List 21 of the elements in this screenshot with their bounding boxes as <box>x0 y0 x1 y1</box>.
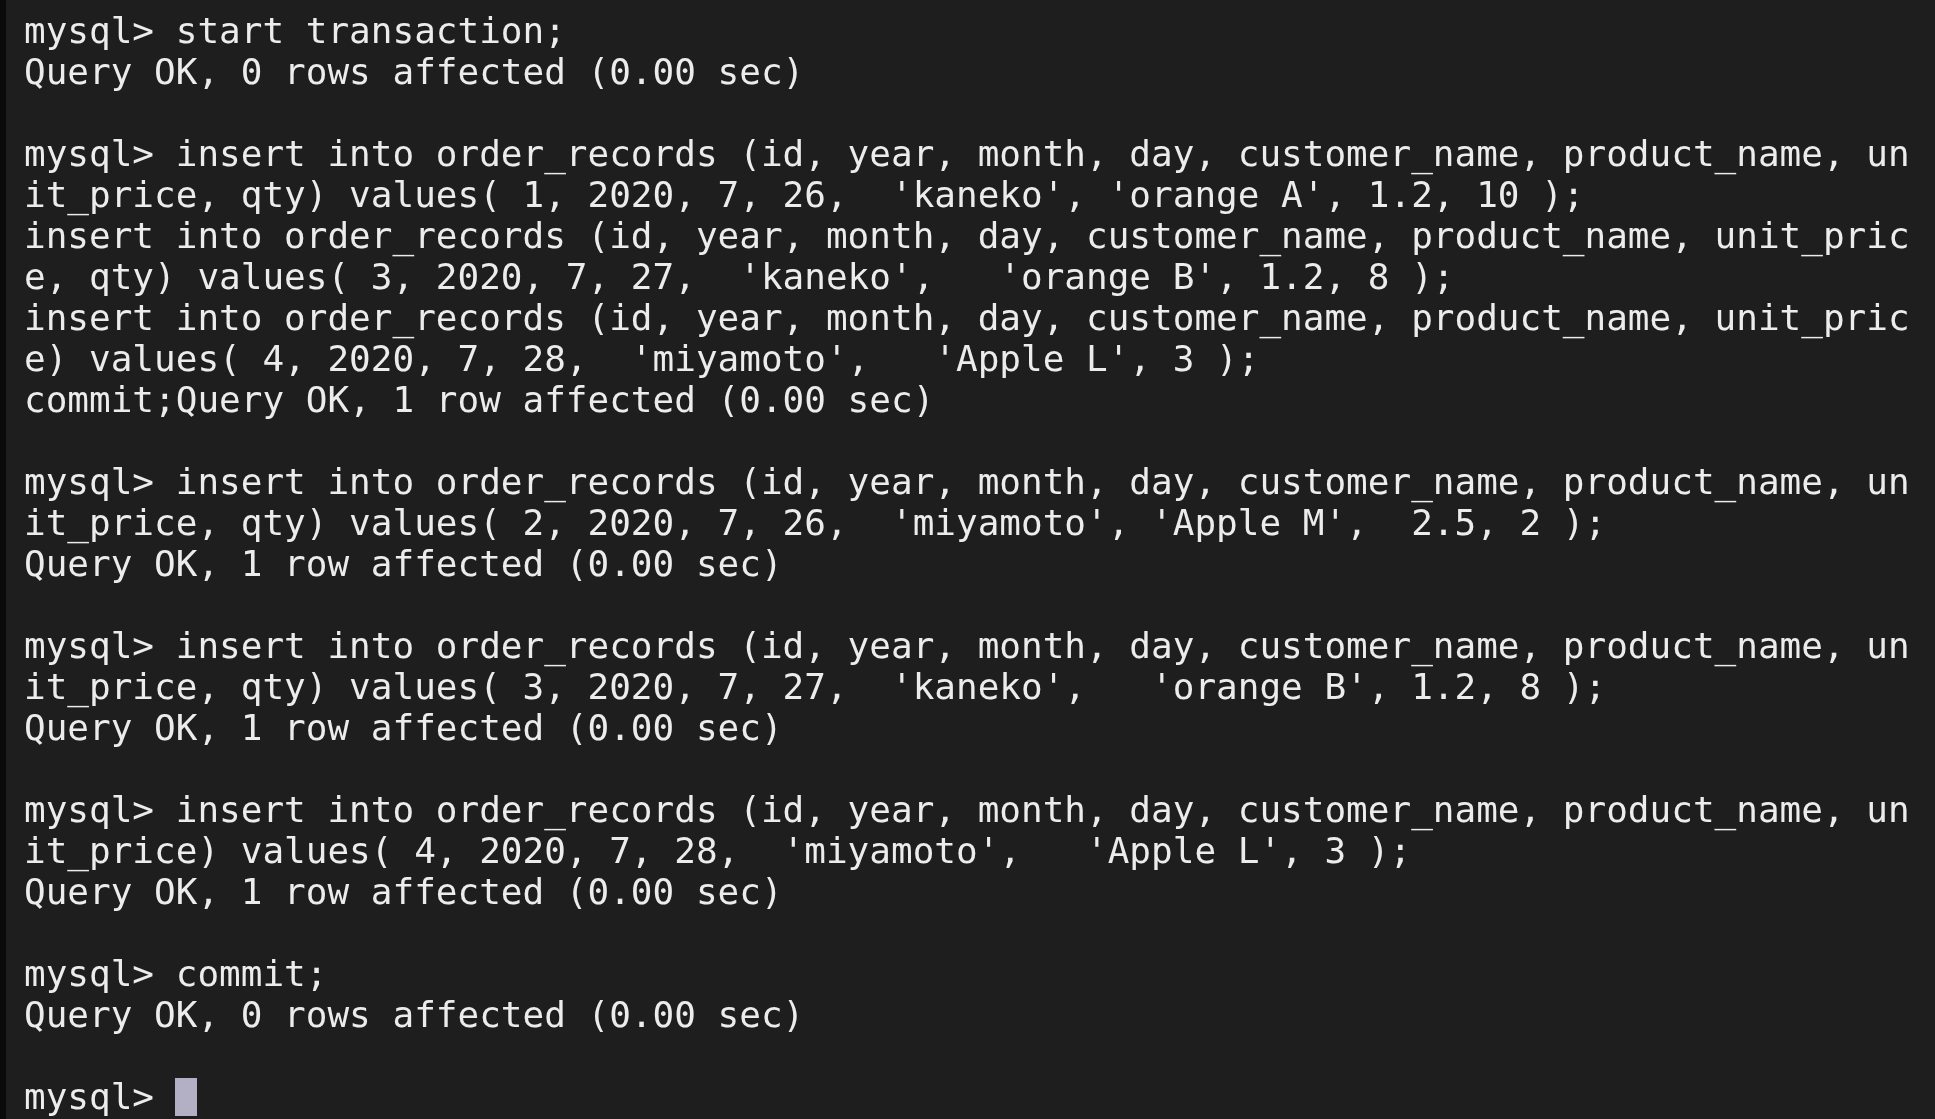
terminal-line: Query OK, 1 row affected (0.00 sec) <box>24 871 783 912</box>
terminal-line: commit;Query OK, 1 row affected (0.00 sec) <box>24 379 935 420</box>
terminal-line: Query OK, 1 row affected (0.00 sec) <box>24 543 783 584</box>
terminal-line: mysql> insert into order_records (id, year, month, day, customer_name, product_name, un <box>24 461 1910 502</box>
terminal-line: mysql> insert into order_records (id, year, month, day, customer_name, product_name, un <box>24 789 1910 830</box>
terminal-line: it_price) values( 4, 2020, 7, 28, 'miyamoto', 'Apple L', 3 ); <box>24 830 1412 871</box>
terminal-line: e, qty) values( 3, 2020, 7, 27, 'kaneko', 'orange B', 1.2, 8 ); <box>24 256 1455 297</box>
terminal-line: Query OK, 0 rows affected (0.00 sec) <box>24 994 805 1035</box>
terminal-line: it_price, qty) values( 1, 2020, 7, 26, 'kaneko', 'orange A', 1.2, 10 ); <box>24 174 1585 215</box>
terminal-line: mysql> commit; <box>24 953 328 994</box>
terminal-line: Query OK, 1 row affected (0.00 sec) <box>24 707 783 748</box>
terminal-line: mysql> insert into order_records (id, year, month, day, customer_name, product_name, un <box>24 133 1910 174</box>
terminal-line: Query OK, 0 rows affected (0.00 sec) <box>24 51 805 92</box>
terminal-line: it_price, qty) values( 2, 2020, 7, 26, 'miyamoto', 'Apple M', 2.5, 2 ); <box>24 502 1607 543</box>
terminal-line: mysql> insert into order_records (id, year, month, day, customer_name, product_name, un <box>24 625 1910 666</box>
terminal-line: mysql> start transaction; <box>24 10 566 51</box>
terminal-line: e) values( 4, 2020, 7, 28, 'miyamoto', 'Apple L', 3 ); <box>24 338 1260 379</box>
terminal-line: insert into order_records (id, year, month, day, customer_name, product_name, unit_pric <box>24 215 1910 256</box>
terminal-line: insert into order_records (id, year, month, day, customer_name, product_name, unit_pric <box>24 297 1910 338</box>
terminal-line: it_price, qty) values( 3, 2020, 7, 27, 'kaneko', 'orange B', 1.2, 8 ); <box>24 666 1607 707</box>
terminal-prompt: mysql> <box>24 1076 155 1117</box>
